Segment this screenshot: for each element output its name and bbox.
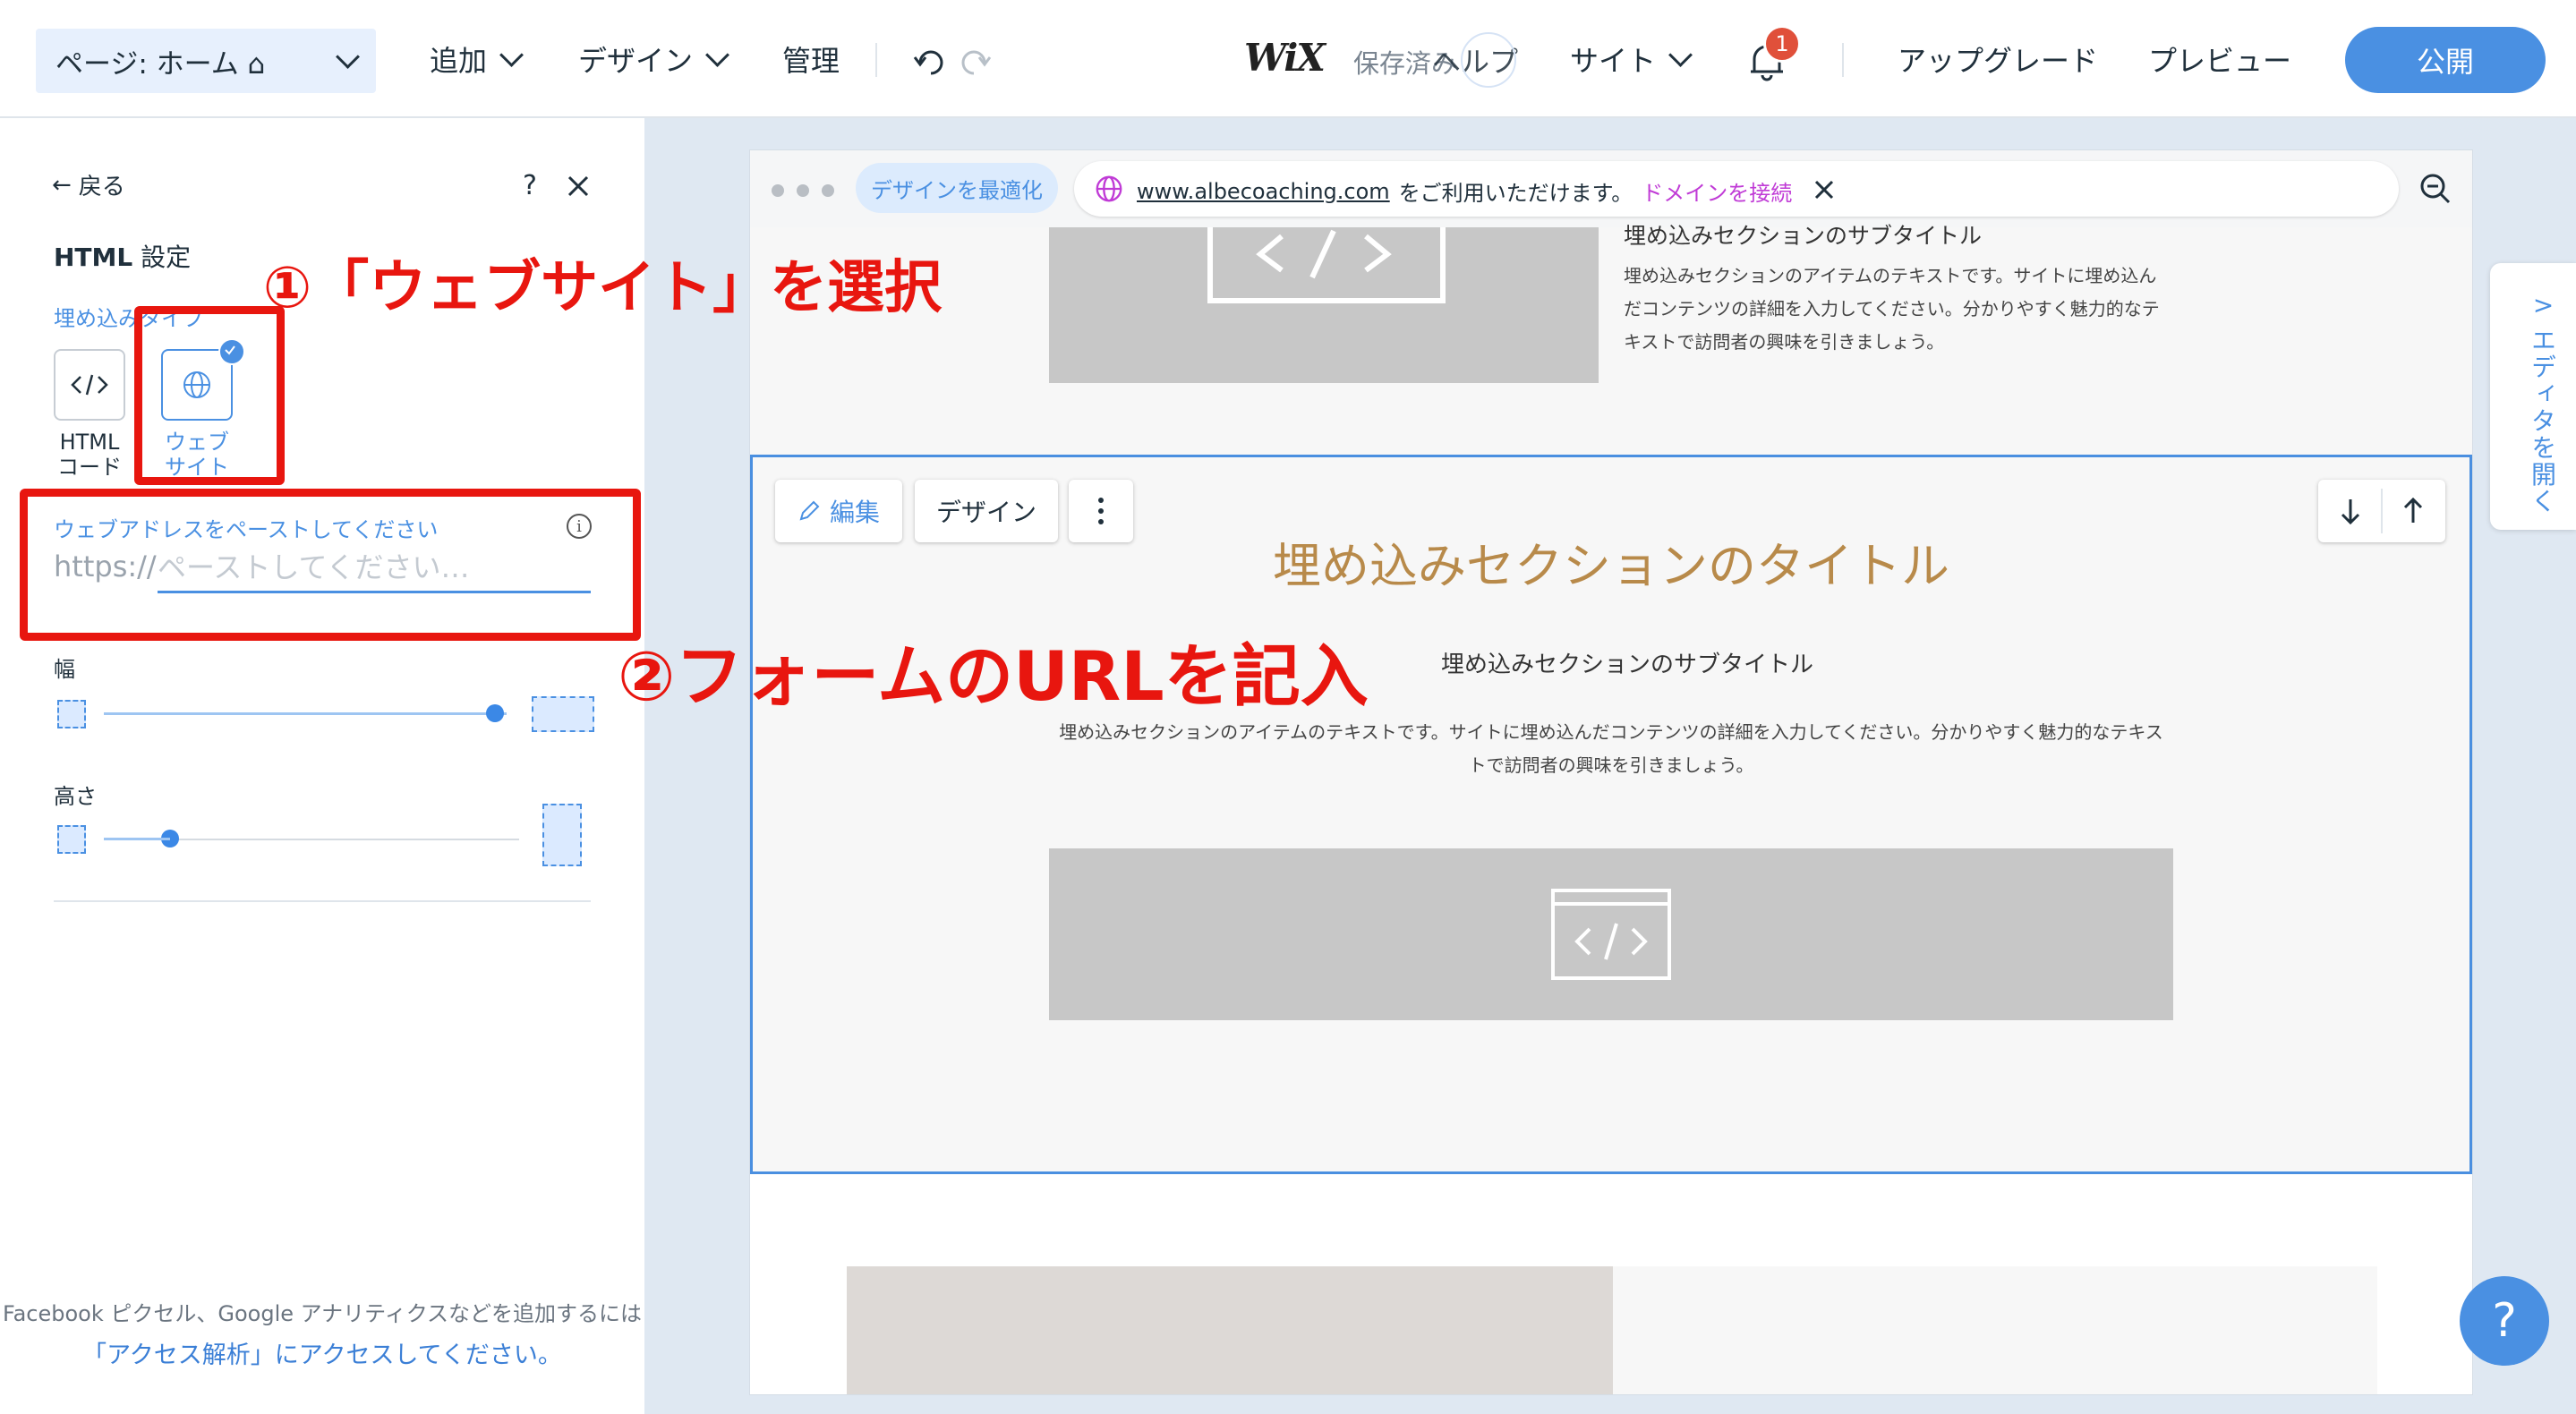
code-icon <box>1207 227 1446 303</box>
section-subtitle: 埋め込みセクションのサブタイトル <box>1441 652 1814 678</box>
height-max-icon <box>542 804 582 866</box>
width-label: 幅 <box>54 657 75 682</box>
chevron-left-icon: < <box>2530 292 2555 322</box>
arrow-left-icon: ← <box>52 171 72 199</box>
height-label: 高さ <box>54 784 97 809</box>
panel-help-icon[interactable]: ? <box>523 170 537 201</box>
menu-manage-label: 管理 <box>782 44 840 78</box>
publish-button[interactable]: 公開 <box>2345 27 2546 93</box>
top-body-line: だコンテンツの詳細を入力してください。分かりやすく魅力的なテ <box>1624 298 2160 319</box>
embed-placeholder-image <box>1049 227 1599 383</box>
open-editor-text: エディタを開く <box>2528 327 2557 515</box>
wix-logo: WiX <box>1244 36 1326 80</box>
top-section-body: 埋め込みセクションのアイテムのテキストです。サイトに埋め込ん だコンテンツの詳細… <box>1624 260 2196 359</box>
domain-link[interactable]: www.albecoaching.com <box>1137 179 1390 204</box>
annotation-step2: ②フォームのURLを記入 <box>618 636 1369 716</box>
embed-type-html-label: HTML コード <box>40 430 139 480</box>
menu-site-label: サイト <box>1570 44 1657 78</box>
height-slider-fill <box>104 838 171 840</box>
chevron-down-icon <box>1668 42 1693 67</box>
back-label: 戻る <box>78 174 125 200</box>
chevron-down-icon <box>336 44 360 69</box>
panel-title-bold: HTML <box>54 243 133 272</box>
divider <box>54 900 591 902</box>
menu-site[interactable]: サイト <box>1570 34 1693 84</box>
chevron-down-icon <box>499 42 524 67</box>
window-dot <box>822 184 834 197</box>
edit-label: 編集 <box>829 498 880 527</box>
menu-manage[interactable]: 管理 <box>782 34 840 84</box>
section-body-line: 埋め込みセクションのアイテムのテキストです。サイトに埋め込んだコンテンツの詳細を… <box>1059 721 2163 743</box>
menu-design[interactable]: デザイン <box>578 34 729 84</box>
html-caption-line2: コード <box>57 455 122 480</box>
preview-link[interactable]: プレビュー <box>2148 34 2291 84</box>
loading-spinner <box>1461 32 1516 88</box>
section-body: 埋め込みセクションのアイテムのテキストです。サイトに埋め込んだコンテンツの詳細を… <box>1047 716 2175 782</box>
back-link[interactable]: ← 戻る <box>52 168 125 201</box>
menu-add[interactable]: 追加 <box>430 34 524 84</box>
undo-icon[interactable] <box>911 43 947 79</box>
gallery-panel <box>1613 1266 2377 1394</box>
section-title: 埋め込みセクションのタイトル <box>1273 538 1949 594</box>
open-editor-label: < エディタを開く <box>2506 292 2560 515</box>
top-body-line: 埋め込みセクションのアイテムのテキストです。サイトに埋め込ん <box>1624 265 2157 286</box>
redo-icon[interactable] <box>958 43 994 79</box>
top-section-subtitle: 埋め込みセクションのサブタイトル <box>1624 223 1983 249</box>
menu-add-label: 追加 <box>430 44 488 78</box>
code-window-icon <box>1551 889 1671 980</box>
top-body-line: キストで訪問者の興味を引きましょう。 <box>1624 331 1945 353</box>
upgrade-link[interactable]: アップグレード <box>1898 34 2098 84</box>
site-section-top <box>750 227 2472 455</box>
domain-notice: www.albecoaching.com をご利用いただけます。 ドメインを接続 <box>1137 175 1792 207</box>
close-icon[interactable] <box>564 172 593 200</box>
divider <box>1842 43 1844 77</box>
divider <box>875 43 877 77</box>
domain-available-text: をご利用いただけます。 <box>1398 181 1633 206</box>
help-button[interactable]: ? <box>2460 1276 2549 1366</box>
page-selector-label: ページ: ホーム ⌂ <box>55 47 266 81</box>
menu-design-label: デザイン <box>578 44 694 78</box>
more-vertical-icon <box>1098 498 1104 524</box>
annotation-box-url <box>20 489 641 641</box>
globe-icon <box>1096 175 1122 202</box>
window-dot <box>797 184 809 197</box>
zoom-out-icon[interactable] <box>2417 170 2452 206</box>
embed-placeholder-box[interactable] <box>1049 848 2173 1020</box>
window-dot <box>772 184 784 197</box>
close-icon[interactable] <box>1812 177 1837 202</box>
embed-type-html-button[interactable] <box>54 349 125 421</box>
annotation-step1: ①「ウェブサイト」を選択 <box>263 255 943 321</box>
chevron-down-icon <box>705 42 729 67</box>
gallery-image <box>847 1266 1613 1394</box>
annotation-box-website <box>134 306 285 485</box>
code-icon <box>71 374 108 396</box>
analytics-link[interactable]: 「アクセス解析」にアクセスしてください。 <box>0 1335 644 1370</box>
width-max-icon <box>532 696 594 732</box>
top-bar: ページ: ホーム ⌂ 追加 デザイン 管理 WiX 保存済み ヘルプ サイト 1… <box>0 0 2576 118</box>
panel-title: HTML 設定 <box>54 238 191 274</box>
section-body-line: トで訪問者の興味を引きましょう。 <box>1468 754 1754 776</box>
width-slider-track[interactable] <box>104 712 507 715</box>
connect-domain-link[interactable]: ドメインを接続 <box>1642 175 1792 207</box>
width-slider-knob[interactable] <box>485 704 504 722</box>
optimize-design-button[interactable]: デザインを最適化 <box>856 163 1058 213</box>
page-selector[interactable]: ページ: ホーム ⌂ <box>36 29 376 93</box>
pencil-icon <box>799 500 820 521</box>
analytics-note: Facebook ピクセル、Google アナリティクスなどを追加するには <box>2 1301 643 1326</box>
panel-title-rest: 設定 <box>132 243 192 272</box>
notification-badge: 1 <box>1763 25 1801 63</box>
html-caption-line1: HTML <box>59 430 120 455</box>
height-min-icon <box>57 825 86 854</box>
width-min-icon <box>57 700 86 728</box>
